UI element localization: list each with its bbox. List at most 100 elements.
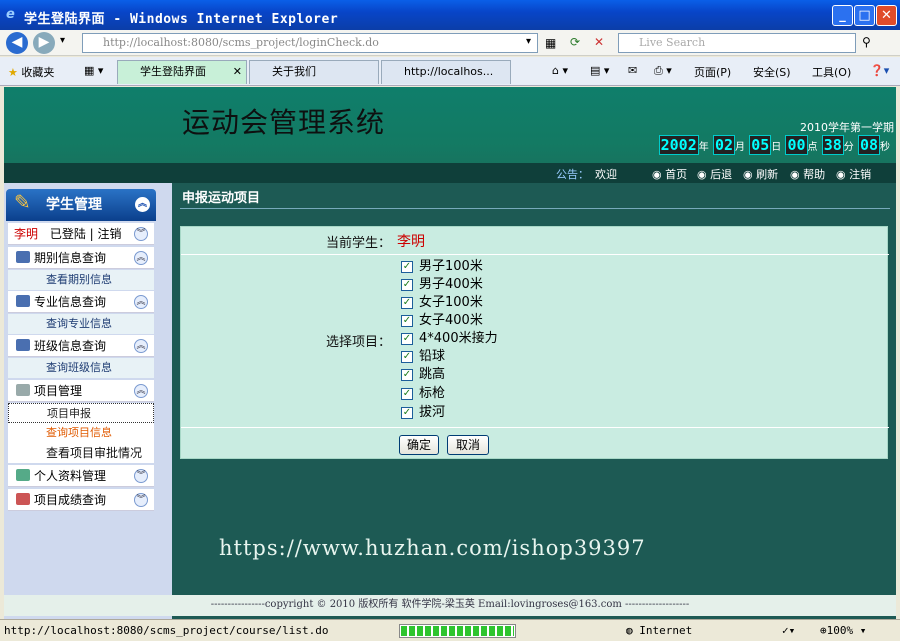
history-dropdown-icon[interactable]: ▾ bbox=[60, 35, 65, 46]
zone-indicator[interactable]: ◍ Internet bbox=[626, 624, 692, 637]
sidebar-group-project[interactable]: 项目管理 ︽ bbox=[8, 380, 154, 402]
sidebar-group-scores[interactable]: 项目成绩查询 ︾ bbox=[8, 489, 154, 511]
sidebar-logout-link[interactable]: 注销 bbox=[98, 227, 122, 241]
tools-menu[interactable]: 工具(O) bbox=[812, 64, 851, 80]
chevron-up-icon[interactable]: ︽ bbox=[134, 384, 148, 398]
sidebar-item-query-class[interactable]: 查询班级信息 bbox=[8, 358, 154, 378]
tab-close-icon[interactable]: ✕ bbox=[233, 61, 242, 83]
sidebar: ✎ 学生管理 ︽ 李明 已登陆 | 注销 ︾ 期别信息查询 ︽ 查看期别信息 专业… bbox=[4, 183, 172, 619]
protected-mode-icon[interactable]: ✓▾ bbox=[782, 624, 795, 637]
checkbox-icon[interactable]: ✓ bbox=[401, 369, 413, 381]
chevron-down-icon[interactable]: ︾ bbox=[134, 227, 148, 241]
sidebar-group-major[interactable]: 专业信息查询 ︽ bbox=[8, 291, 154, 313]
stop-icon[interactable]: ✕ bbox=[594, 35, 604, 49]
checkbox-icon[interactable]: ✓ bbox=[401, 351, 413, 363]
checkbox-icon[interactable]: ✓ bbox=[401, 261, 413, 273]
quick-tabs-icon[interactable]: ▦ ▾ bbox=[84, 64, 103, 77]
chevron-down-icon[interactable]: ︾ bbox=[134, 493, 148, 507]
safety-menu[interactable]: 安全(S) bbox=[753, 64, 791, 80]
close-button[interactable]: ✕ bbox=[876, 5, 897, 26]
zoom-control[interactable]: ⊕100% ▾ bbox=[820, 624, 866, 637]
sidebar-item-project-apply[interactable]: 项目申报 bbox=[8, 403, 154, 423]
tab-label: http://localhos... bbox=[404, 65, 494, 78]
select-project-row: 选择项目： ✓ 男子100米 ✓ 男子400米 ✓ 女子100米 ✓ 女子400米 ✓ 4… bbox=[181, 255, 889, 428]
sidebar-group-profile[interactable]: 个人资料管理 ︾ bbox=[8, 465, 154, 487]
refresh-icon[interactable]: ⟳ bbox=[570, 35, 580, 49]
option-checkbox[interactable]: ✓ 4*400米接力 bbox=[401, 330, 498, 348]
option-checkbox[interactable]: ✓ 跳高 bbox=[401, 366, 445, 384]
clock-year: 2002 bbox=[658, 135, 699, 155]
chevron-up-icon[interactable]: ︽ bbox=[134, 339, 148, 353]
clock-year-unit: 年 bbox=[698, 142, 709, 153]
status-bar: http://localhost:8080/scms_project/cours… bbox=[0, 619, 900, 641]
current-student-label: 当前学生： bbox=[325, 236, 391, 251]
help-link-label: 帮助 bbox=[803, 168, 826, 181]
major-icon bbox=[16, 295, 30, 307]
help-link[interactable]: ◉ 帮助 bbox=[790, 166, 825, 182]
collapse-icon[interactable]: ︽ bbox=[135, 197, 150, 212]
sidebar-item-view-term[interactable]: 查看期别信息 bbox=[8, 270, 154, 290]
checkbox-icon[interactable]: ✓ bbox=[401, 388, 413, 400]
tab-student-login[interactable]: 学生登陆界面 ✕ bbox=[117, 60, 247, 84]
sidebar-group-term[interactable]: 期别信息查询 ︽ bbox=[8, 247, 154, 269]
back-button[interactable]: ◀ bbox=[6, 32, 28, 54]
maximize-button[interactable]: □ bbox=[854, 5, 875, 26]
group-label: 期别信息查询 bbox=[34, 251, 107, 265]
checkbox-icon[interactable]: ✓ bbox=[401, 279, 413, 291]
scores-icon bbox=[16, 493, 30, 505]
ok-button[interactable]: 确定 bbox=[399, 435, 439, 455]
progress-fill bbox=[401, 626, 514, 636]
search-input[interactable]: Live Search bbox=[618, 33, 856, 53]
title-bar[interactable]: e 学生登陆界面 - Windows Internet Explorer _ □… bbox=[0, 0, 900, 30]
user-status: 李明 已登陆 | 注销 ︾ bbox=[8, 223, 154, 245]
option-checkbox[interactable]: ✓ 女子400米 bbox=[401, 312, 483, 330]
back-link[interactable]: ◉ 后退 bbox=[697, 166, 732, 182]
compat-icon[interactable]: ▦ bbox=[545, 36, 556, 50]
chevron-up-icon[interactable]: ︽ bbox=[134, 295, 148, 309]
minimize-button[interactable]: _ bbox=[832, 5, 853, 26]
option-label: 标枪 bbox=[419, 386, 446, 401]
feeds-icon[interactable]: ▤ ▾ bbox=[590, 64, 609, 77]
option-checkbox[interactable]: ✓ 拔河 bbox=[401, 404, 445, 422]
print-icon[interactable]: ⎙ ▾ bbox=[654, 64, 672, 78]
sidebar-item-project-query[interactable]: 查询项目信息 bbox=[8, 423, 154, 443]
refresh-link[interactable]: ◉ 刷新 bbox=[743, 166, 778, 182]
checkbox-icon[interactable]: ✓ bbox=[401, 407, 413, 419]
chevron-up-icon[interactable]: ︽ bbox=[134, 251, 148, 265]
clock-hour: 00 bbox=[785, 135, 808, 155]
progress-bar bbox=[399, 624, 516, 638]
term-label: 2010学年第一学期 bbox=[800, 121, 894, 134]
forward-button[interactable]: ▶ bbox=[33, 32, 55, 54]
option-checkbox[interactable]: ✓ 男子100米 bbox=[401, 258, 483, 276]
tab-localhost[interactable]: http://localhos... bbox=[381, 60, 511, 84]
cancel-button[interactable]: 取消 bbox=[447, 435, 489, 455]
checkbox-icon[interactable]: ✓ bbox=[401, 297, 413, 309]
logout-link[interactable]: ◉ 注销 bbox=[836, 166, 871, 182]
group-label: 班级信息查询 bbox=[34, 339, 107, 353]
option-checkbox[interactable]: ✓ 男子400米 bbox=[401, 276, 483, 294]
checkbox-icon[interactable]: ✓ bbox=[401, 333, 413, 345]
page-menu[interactable]: 页面(P) bbox=[694, 64, 731, 80]
option-checkbox[interactable]: ✓ 女子100米 bbox=[401, 294, 483, 312]
sidebar-group-class[interactable]: 班级信息查询 ︽ bbox=[8, 335, 154, 357]
chevron-down-icon[interactable]: ︾ bbox=[134, 469, 148, 483]
url-input[interactable]: http://localhost:8080/scms_project/login… bbox=[82, 33, 538, 53]
watermark: https://www.huzhan.com/ishop39397 bbox=[219, 536, 646, 560]
sidebar-item-project-approval[interactable]: 查看项目审批情况 bbox=[8, 443, 154, 463]
url-dropdown-icon[interactable]: ▾ bbox=[526, 36, 531, 47]
home-link[interactable]: ◉ 首页 bbox=[652, 166, 687, 182]
option-checkbox[interactable]: ✓ 标枪 bbox=[401, 385, 445, 403]
search-icon[interactable]: ⚲ bbox=[862, 35, 871, 49]
mail-icon[interactable]: ✉ bbox=[628, 64, 637, 77]
option-checkbox[interactable]: ✓ 铅球 bbox=[401, 348, 445, 366]
help-icon[interactable]: ❓▾ bbox=[870, 64, 889, 77]
option-label: 跳高 bbox=[419, 367, 446, 382]
globe-icon: ◍ bbox=[626, 624, 633, 637]
checkbox-icon[interactable]: ✓ bbox=[401, 315, 413, 327]
tab-about-us[interactable]: 关于我们 bbox=[249, 60, 379, 84]
sidebar-item-query-major[interactable]: 查询专业信息 bbox=[8, 314, 154, 334]
clock-minute: 38 bbox=[821, 135, 844, 155]
button-row: 确定 取消 bbox=[181, 428, 889, 459]
favorites-button[interactable]: ★ 收藏夹 bbox=[8, 64, 54, 80]
home-icon[interactable]: ⌂ ▾ bbox=[552, 64, 568, 77]
